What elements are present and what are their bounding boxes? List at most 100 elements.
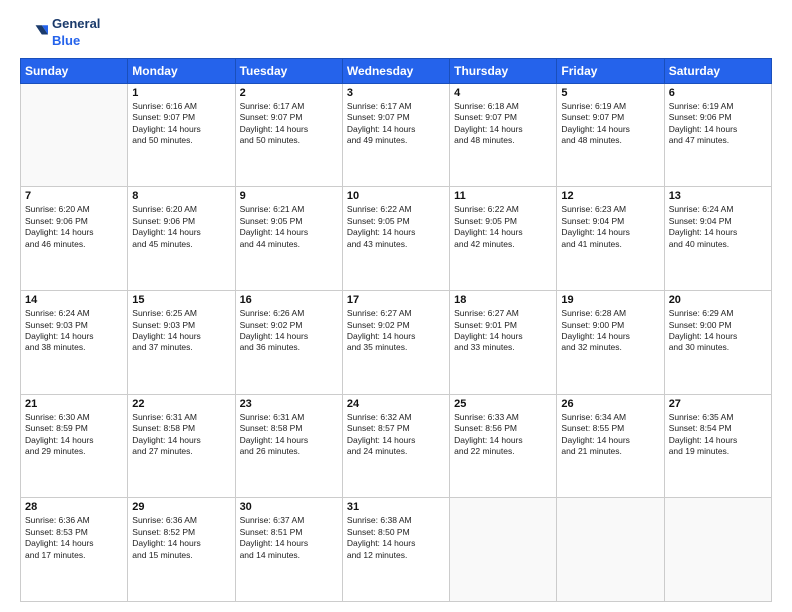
calendar-day-cell: 21 Sunrise: 6:30 AM Sunset: 8:59 PM Dayli… xyxy=(21,394,128,498)
day-header: Monday xyxy=(128,58,235,83)
day-number: 16 xyxy=(240,294,338,306)
calendar-day-cell: 16Sunrise: 6:26 AM Sunset: 9:02 PM Dayli… xyxy=(235,291,342,395)
calendar-day-cell: 25 Sunrise: 6:33 AM Sunset: 8:56 PM Dayli… xyxy=(450,394,557,498)
day-number: 3 xyxy=(347,87,445,99)
day-number: 31 xyxy=(347,501,445,513)
day-number: 5 xyxy=(561,87,659,99)
calendar-day-cell: 30 Sunrise: 6:37 AM Sunset: 8:51 PM Dayli… xyxy=(235,498,342,602)
day-number: 25 xyxy=(454,398,552,410)
day-info: Sunrise: 6:22 AM Sunset: 9:05 PM Dayligh… xyxy=(347,204,445,250)
calendar-day-cell: 3 Sunrise: 6:17 AM Sunset: 9:07 PM Daylig… xyxy=(342,83,449,187)
day-info: Sunrise: 6:18 AM Sunset: 9:07 PM Dayligh… xyxy=(454,101,552,147)
day-number: 13 xyxy=(669,190,767,202)
day-info: Sunrise: 6:33 AM Sunset: 8:56 PM Dayligh… xyxy=(454,412,552,458)
calendar-header-row: SundayMondayTuesdayWednesdayThursdayFrid… xyxy=(21,58,772,83)
day-number: 10 xyxy=(347,190,445,202)
day-header: Friday xyxy=(557,58,664,83)
calendar-day-cell: 17 Sunrise: 6:27 AM Sunset: 9:02 PM Dayli… xyxy=(342,291,449,395)
day-info: Sunrise: 6:24 AM Sunset: 9:03 PM Dayligh… xyxy=(25,308,123,354)
day-number: 8 xyxy=(132,190,230,202)
day-number: 30 xyxy=(240,501,338,513)
day-number: 12 xyxy=(561,190,659,202)
day-info: Sunrise: 6:17 AM Sunset: 9:07 PM Dayligh… xyxy=(347,101,445,147)
day-number: 18 xyxy=(454,294,552,306)
calendar-day-cell: 8 Sunrise: 6:20 AM Sunset: 9:06 PM Daylig… xyxy=(128,187,235,291)
day-number: 27 xyxy=(669,398,767,410)
calendar-day-cell: 10 Sunrise: 6:22 AM Sunset: 9:05 PM Dayli… xyxy=(342,187,449,291)
calendar-day-cell: 22Sunrise: 6:31 AM Sunset: 8:58 PM Dayli… xyxy=(128,394,235,498)
day-number: 11 xyxy=(454,190,552,202)
calendar-day-cell: 11 Sunrise: 6:22 AM Sunset: 9:05 PM Dayli… xyxy=(450,187,557,291)
calendar-week-row: 28 Sunrise: 6:36 AM Sunset: 8:53 PM Dayli… xyxy=(21,498,772,602)
logo: General Blue xyxy=(20,16,100,50)
day-header: Wednesday xyxy=(342,58,449,83)
day-info: Sunrise: 6:19 AM Sunset: 9:07 PM Dayligh… xyxy=(561,101,659,147)
calendar-day-cell xyxy=(450,498,557,602)
day-number: 19 xyxy=(561,294,659,306)
calendar-day-cell xyxy=(664,498,771,602)
day-number: 1 xyxy=(132,87,230,99)
calendar-day-cell: 29 Sunrise: 6:36 AM Sunset: 8:52 PM Dayli… xyxy=(128,498,235,602)
calendar-week-row: 1Sunrise: 6:16 AM Sunset: 9:07 PM Daylig… xyxy=(21,83,772,187)
page: General Blue SundayMondayTuesdayWednesda… xyxy=(0,0,792,612)
day-number: 15 xyxy=(132,294,230,306)
day-info: Sunrise: 6:35 AM Sunset: 8:54 PM Dayligh… xyxy=(669,412,767,458)
day-number: 23 xyxy=(240,398,338,410)
calendar-day-cell: 15Sunrise: 6:25 AM Sunset: 9:03 PM Dayli… xyxy=(128,291,235,395)
calendar-day-cell: 19Sunrise: 6:28 AM Sunset: 9:00 PM Dayli… xyxy=(557,291,664,395)
day-info: Sunrise: 6:31 AM Sunset: 8:58 PM Dayligh… xyxy=(132,412,230,458)
day-number: 26 xyxy=(561,398,659,410)
day-info: Sunrise: 6:29 AM Sunset: 9:00 PM Dayligh… xyxy=(669,308,767,354)
day-info: Sunrise: 6:32 AM Sunset: 8:57 PM Dayligh… xyxy=(347,412,445,458)
day-info: Sunrise: 6:20 AM Sunset: 9:06 PM Dayligh… xyxy=(25,204,123,250)
day-header: Saturday xyxy=(664,58,771,83)
day-info: Sunrise: 6:22 AM Sunset: 9:05 PM Dayligh… xyxy=(454,204,552,250)
day-number: 2 xyxy=(240,87,338,99)
calendar-day-cell: 31 Sunrise: 6:38 AM Sunset: 8:50 PM Dayli… xyxy=(342,498,449,602)
day-number: 17 xyxy=(347,294,445,306)
calendar-day-cell: 27 Sunrise: 6:35 AM Sunset: 8:54 PM Dayli… xyxy=(664,394,771,498)
day-header: Thursday xyxy=(450,58,557,83)
calendar-day-cell: 23Sunrise: 6:31 AM Sunset: 8:58 PM Dayli… xyxy=(235,394,342,498)
day-number: 14 xyxy=(25,294,123,306)
logo-text: General Blue xyxy=(52,16,100,50)
calendar-day-cell: 4Sunrise: 6:18 AM Sunset: 9:07 PM Daylig… xyxy=(450,83,557,187)
day-number: 6 xyxy=(669,87,767,99)
calendar-day-cell xyxy=(21,83,128,187)
calendar-day-cell: 28 Sunrise: 6:36 AM Sunset: 8:53 PM Dayli… xyxy=(21,498,128,602)
calendar-day-cell: 9 Sunrise: 6:21 AM Sunset: 9:05 PM Daylig… xyxy=(235,187,342,291)
logo-icon xyxy=(20,19,48,47)
calendar-week-row: 14 Sunrise: 6:24 AM Sunset: 9:03 PM Dayli… xyxy=(21,291,772,395)
day-info: Sunrise: 6:36 AM Sunset: 8:53 PM Dayligh… xyxy=(25,515,123,561)
day-info: Sunrise: 6:17 AM Sunset: 9:07 PM Dayligh… xyxy=(240,101,338,147)
calendar-day-cell: 2 Sunrise: 6:17 AM Sunset: 9:07 PM Daylig… xyxy=(235,83,342,187)
day-info: Sunrise: 6:30 AM Sunset: 8:59 PM Dayligh… xyxy=(25,412,123,458)
calendar-day-cell: 24 Sunrise: 6:32 AM Sunset: 8:57 PM Dayli… xyxy=(342,394,449,498)
calendar-day-cell xyxy=(557,498,664,602)
day-header: Sunday xyxy=(21,58,128,83)
calendar-day-cell: 13 Sunrise: 6:24 AM Sunset: 9:04 PM Dayli… xyxy=(664,187,771,291)
day-info: Sunrise: 6:20 AM Sunset: 9:06 PM Dayligh… xyxy=(132,204,230,250)
day-info: Sunrise: 6:37 AM Sunset: 8:51 PM Dayligh… xyxy=(240,515,338,561)
day-number: 9 xyxy=(240,190,338,202)
day-info: Sunrise: 6:38 AM Sunset: 8:50 PM Dayligh… xyxy=(347,515,445,561)
day-info: Sunrise: 6:19 AM Sunset: 9:06 PM Dayligh… xyxy=(669,101,767,147)
day-number: 21 xyxy=(25,398,123,410)
day-info: Sunrise: 6:24 AM Sunset: 9:04 PM Dayligh… xyxy=(669,204,767,250)
day-number: 7 xyxy=(25,190,123,202)
calendar-day-cell: 7 Sunrise: 6:20 AM Sunset: 9:06 PM Daylig… xyxy=(21,187,128,291)
calendar-day-cell: 6 Sunrise: 6:19 AM Sunset: 9:06 PM Daylig… xyxy=(664,83,771,187)
day-info: Sunrise: 6:27 AM Sunset: 9:02 PM Dayligh… xyxy=(347,308,445,354)
day-info: Sunrise: 6:36 AM Sunset: 8:52 PM Dayligh… xyxy=(132,515,230,561)
day-number: 28 xyxy=(25,501,123,513)
day-info: Sunrise: 6:21 AM Sunset: 9:05 PM Dayligh… xyxy=(240,204,338,250)
calendar-day-cell: 5 Sunrise: 6:19 AM Sunset: 9:07 PM Daylig… xyxy=(557,83,664,187)
calendar-week-row: 21 Sunrise: 6:30 AM Sunset: 8:59 PM Dayli… xyxy=(21,394,772,498)
calendar-day-cell: 1Sunrise: 6:16 AM Sunset: 9:07 PM Daylig… xyxy=(128,83,235,187)
calendar-day-cell: 18Sunrise: 6:27 AM Sunset: 9:01 PM Dayli… xyxy=(450,291,557,395)
day-number: 29 xyxy=(132,501,230,513)
calendar-day-cell: 14 Sunrise: 6:24 AM Sunset: 9:03 PM Dayli… xyxy=(21,291,128,395)
calendar-day-cell: 26Sunrise: 6:34 AM Sunset: 8:55 PM Dayli… xyxy=(557,394,664,498)
day-header: Tuesday xyxy=(235,58,342,83)
day-number: 24 xyxy=(347,398,445,410)
